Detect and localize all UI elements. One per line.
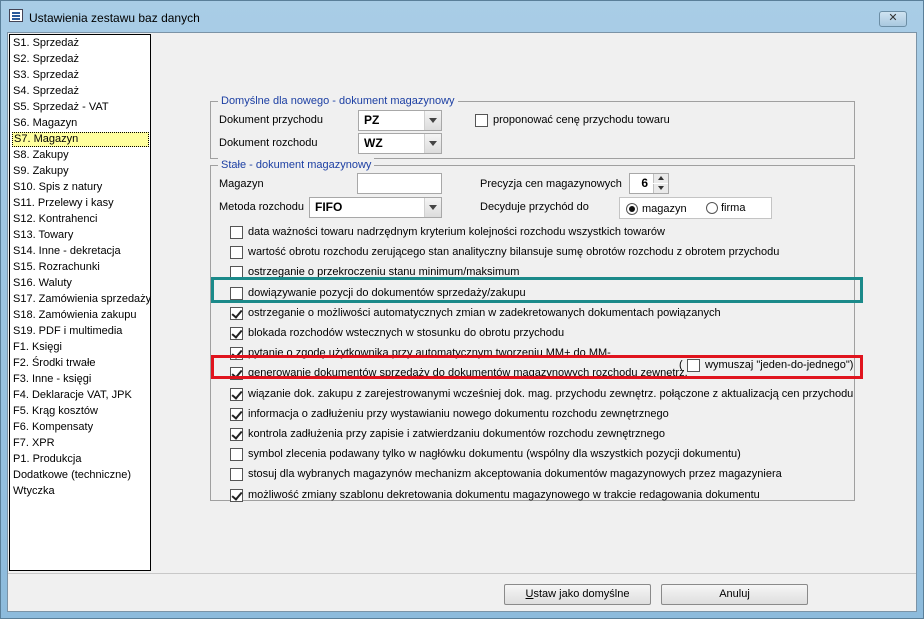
option-checkbox[interactable]	[230, 408, 243, 421]
spin-down-icon[interactable]	[653, 184, 668, 193]
close-button[interactable]: ✕	[879, 11, 907, 27]
chevron-down-icon[interactable]	[424, 111, 441, 130]
defaults-group: Domyślne dla nowego - dokument magazynow…	[210, 94, 855, 159]
option-label: kontrola zadłużenia przy zapisie i zatwi…	[248, 428, 666, 440]
nav-item[interactable]: S12. Kontrahenci	[12, 212, 97, 227]
issue-doc-select[interactable]: WZ	[358, 133, 442, 154]
warehouse-input[interactable]	[357, 173, 442, 194]
nav-item[interactable]: S7. Magazyn	[12, 132, 149, 147]
nav-item[interactable]: S3. Sprzedaż	[12, 68, 79, 83]
option-checkbox[interactable]	[230, 468, 243, 481]
nav-item[interactable]: S9. Zakupy	[12, 164, 69, 179]
option-label: symbol zlecenia podawany tylko w nagłówk…	[248, 448, 741, 460]
option-checkbox[interactable]	[230, 327, 243, 340]
nav-item[interactable]: S5. Sprzedaż - VAT	[12, 100, 109, 115]
set-default-button[interactable]: Ustaw jako domyślne	[504, 584, 651, 605]
radio-company-label: firma	[721, 202, 746, 214]
nav-item[interactable]: S14. Inne - dekretacja	[12, 244, 121, 259]
option-label: blokada rozchodów wstecznych w stosunku …	[248, 327, 565, 339]
settings-nav-list[interactable]: S1. Sprzedaż S2. Sprzedaż S3. Sprzedaż S4. …	[9, 34, 151, 571]
fixed-group-title: Stałe - dokument magazynowy	[218, 158, 375, 172]
option-checkbox[interactable]	[230, 246, 243, 259]
footer-divider	[8, 573, 916, 574]
dialog-client: S1. Sprzedaż S2. Sprzedaż S3. Sprzedaż S4. …	[7, 32, 917, 612]
nav-item[interactable]: S2. Sprzedaż	[12, 52, 79, 67]
nav-item[interactable]: F3. Inne - księgi	[12, 372, 91, 387]
issue-method-select[interactable]: FIFO	[309, 197, 442, 218]
option-label: informacja o zadłużeniu przy wystawianiu…	[248, 408, 669, 420]
option-label: możliwość zmiany szablonu dekretowania d…	[248, 489, 760, 501]
app-icon	[9, 9, 23, 22]
nav-item[interactable]: F1. Księgi	[12, 340, 62, 355]
receipt-decides-label: Decyduje przychód do	[480, 201, 589, 213]
nav-item[interactable]: S17. Zamówienia sprzedaży	[12, 292, 151, 307]
chevron-down-icon[interactable]	[424, 134, 441, 153]
nav-item[interactable]: F4. Deklaracje VAT, JPK	[12, 388, 132, 403]
nav-item[interactable]: F2. Środki trwałe	[12, 356, 96, 371]
option-checkbox[interactable]	[230, 388, 243, 401]
close-icon: ✕	[888, 12, 898, 24]
red-highlight-frame	[211, 355, 863, 379]
nav-item[interactable]: S13. Towary	[12, 228, 73, 243]
propose-price-label: proponować cenę przychodu towaru	[493, 114, 670, 126]
option-label: wiązanie dok. zakupu z zarejestrowanymi …	[248, 388, 854, 400]
chevron-down-icon[interactable]	[424, 198, 441, 217]
nav-item[interactable]: S6. Magazyn	[12, 116, 77, 131]
price-precision-label: Precyzja cen magazynowych	[480, 178, 622, 190]
option-checkbox[interactable]	[230, 428, 243, 441]
radio-company[interactable]	[706, 202, 718, 214]
nav-item[interactable]: F7. XPR	[12, 436, 55, 451]
issue-method-value: FIFO	[315, 200, 343, 214]
nav-item[interactable]: F5. Krąg kosztów	[12, 404, 98, 419]
nav-item[interactable]: S8. Zakupy	[12, 148, 69, 163]
receipt-doc-select[interactable]: PZ	[358, 110, 442, 131]
nav-item[interactable]: S11. Przelewy i kasy	[12, 196, 114, 211]
issue-method-label: Metoda rozchodu	[219, 201, 304, 213]
window-title: Ustawienia zestawu baz danych	[29, 11, 200, 25]
nav-item[interactable]: S1. Sprzedaż	[12, 36, 79, 51]
nav-item[interactable]: S4. Sprzedaż	[12, 84, 79, 99]
radio-warehouse[interactable]	[626, 203, 638, 215]
settings-window: Ustawienia zestawu baz danych ✕ S1. Sprz…	[0, 0, 924, 619]
option-label: wartość obrotu rozchodu zerującego stan …	[248, 246, 780, 258]
teal-highlight-frame	[211, 277, 863, 303]
option-label: ostrzeganie o możliwości automatycznych …	[248, 307, 721, 319]
set-default-label: staw jako domyślne	[533, 588, 630, 600]
defaults-group-title: Domyślne dla nowego - dokument magazynow…	[218, 94, 458, 108]
receipt-doc-label: Dokument przychodu	[219, 114, 323, 126]
price-precision-stepper[interactable]: 6	[629, 173, 669, 194]
cancel-label: Anuluj	[719, 588, 750, 600]
option-checkbox[interactable]	[230, 307, 243, 320]
nav-item[interactable]: S19. PDF i multimedia	[12, 324, 122, 339]
nav-item[interactable]: Dodatkowe (techniczne)	[12, 468, 131, 483]
warehouse-label: Magazyn	[219, 178, 264, 190]
nav-item[interactable]: S10. Spis z natury	[12, 180, 102, 195]
receipt-doc-value: PZ	[364, 113, 380, 127]
nav-item[interactable]: P1. Produkcja	[12, 452, 81, 467]
nav-item[interactable]: S18. Zamówienia zakupu	[12, 308, 137, 323]
option-checkbox[interactable]	[230, 489, 243, 502]
spin-up-icon[interactable]	[653, 174, 668, 183]
option-label: stosuj dla wybranych magazynów mechanizm…	[248, 468, 782, 480]
radio-warehouse-label: magazyn	[642, 203, 687, 215]
propose-price-checkbox[interactable]	[475, 114, 488, 127]
option-label: data ważności towaru nadrzędnym kryteriu…	[248, 226, 665, 238]
nav-item[interactable]: S16. Waluty	[12, 276, 72, 291]
nav-item[interactable]: Wtyczka	[12, 484, 55, 499]
issue-doc-label: Dokument rozchodu	[219, 137, 318, 149]
title-bar: Ustawienia zestawu baz danych ✕	[1, 1, 923, 31]
nav-item[interactable]: F6. Kompensaty	[12, 420, 93, 435]
option-checkbox[interactable]	[230, 448, 243, 461]
issue-doc-value: WZ	[364, 136, 383, 150]
price-precision-value: 6	[641, 176, 648, 190]
nav-item[interactable]: S15. Rozrachunki	[12, 260, 100, 275]
option-checkbox[interactable]	[230, 226, 243, 239]
cancel-button[interactable]: Anuluj	[661, 584, 808, 605]
